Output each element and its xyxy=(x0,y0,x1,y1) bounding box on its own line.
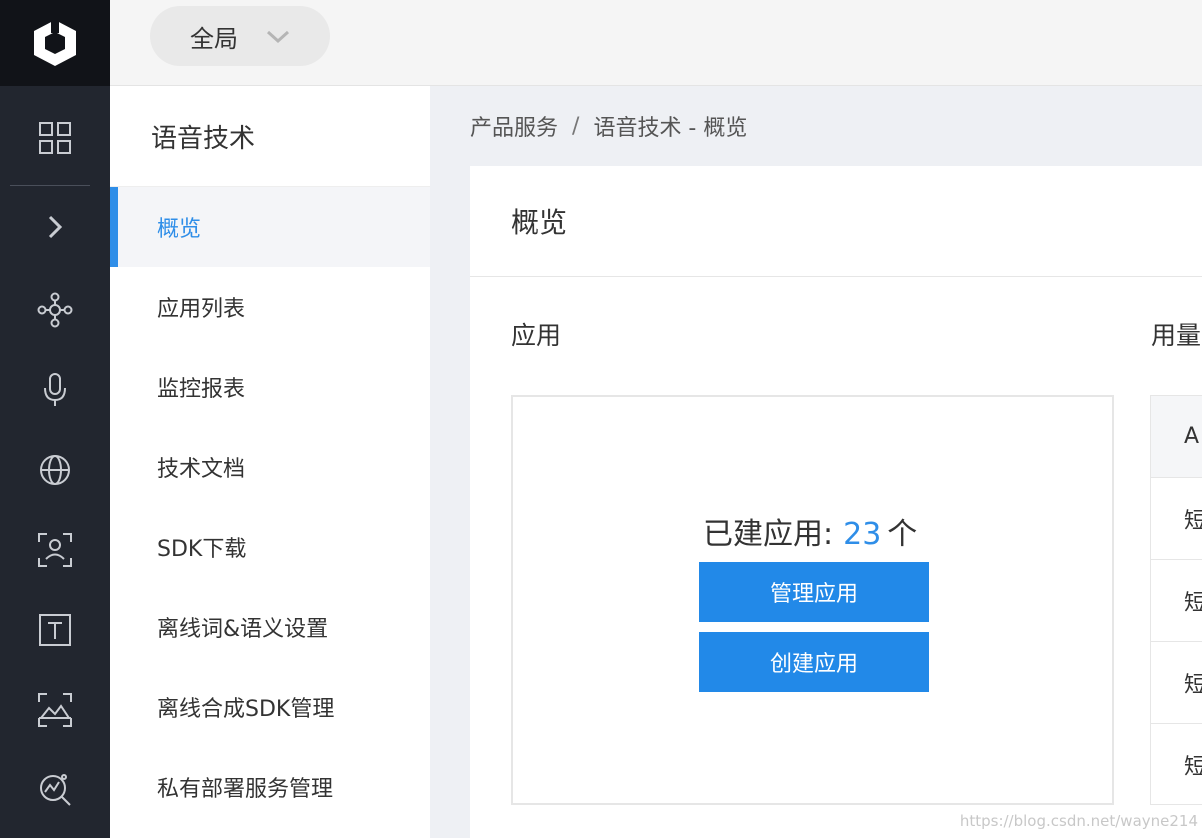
analytics-icon[interactable] xyxy=(0,760,110,820)
breadcrumb: 产品服务 / 语音技术 - 概览 xyxy=(470,106,747,146)
rail-divider xyxy=(10,185,90,186)
network-icon[interactable] xyxy=(0,280,110,340)
sidebar-item-app-list[interactable]: 应用列表 xyxy=(110,267,430,347)
grid-icon[interactable] xyxy=(0,108,110,168)
overview-card: 概览 应用 用量 已建应用: 23个 管理应用 创建应用 A 短 短 短 短 xyxy=(470,166,1202,838)
sidebar-item-private-deploy[interactable]: 私有部署服务管理 xyxy=(110,747,430,827)
table-header: A xyxy=(1151,396,1202,478)
sidebar-item-label: 离线合成SDK管理 xyxy=(157,697,335,722)
microphone-icon[interactable] xyxy=(0,360,110,420)
app-count: 已建应用: 23 个 xyxy=(703,509,917,553)
face-scan-icon[interactable] xyxy=(0,520,110,580)
image-scan-icon[interactable] xyxy=(0,680,110,740)
sidebar-item-overview[interactable]: 概览 xyxy=(110,187,430,267)
sidebar-item-offline-tts-sdk[interactable]: 离线合成SDK管理 xyxy=(110,667,430,747)
icon-rail xyxy=(0,0,110,838)
sidebar-item-label: 技术文档 xyxy=(157,457,246,482)
watermark: https://blog.csdn.net/wayne214 xyxy=(959,812,1198,830)
usage-table: A 短 短 短 短 xyxy=(1150,395,1202,805)
app-count-value[interactable]: 23 xyxy=(843,517,881,552)
scope-select[interactable]: 全局 xyxy=(150,6,330,66)
sidebar-item-label: 私有部署服务管理 xyxy=(157,777,334,802)
breadcrumb-products[interactable]: 产品服务 xyxy=(470,110,558,142)
table-row: 短 xyxy=(1151,478,1202,560)
text-icon[interactable] xyxy=(0,600,110,660)
chevron-down-icon xyxy=(266,30,290,44)
usage-section-title: 用量 xyxy=(1151,321,1202,350)
scope-label: 全局 xyxy=(190,24,238,53)
create-app-button[interactable]: 创建应用 xyxy=(699,632,929,692)
breadcrumb-current: 语音技术 - 概览 xyxy=(593,116,748,141)
sidebar-item-label: 概览 xyxy=(157,217,202,242)
top-bar: 全局 xyxy=(110,0,1202,86)
sidebar-item-label: SDK下载 xyxy=(157,537,247,562)
sidebar-item-docs[interactable]: 技术文档 xyxy=(110,427,430,507)
apps-panel: 已建应用: 23 个 管理应用 创建应用 xyxy=(511,395,1114,805)
sidebar-item-label: 监控报表 xyxy=(157,377,246,402)
manage-apps-button[interactable]: 管理应用 xyxy=(699,562,929,622)
sidebar-item-monitoring[interactable]: 监控报表 xyxy=(110,347,430,427)
table-row: 短 xyxy=(1151,560,1202,642)
sidebar-item-sdk-download[interactable]: SDK下载 xyxy=(110,507,430,587)
sidebar-item-label: 离线词&语义设置 xyxy=(157,617,329,642)
globe-icon[interactable] xyxy=(0,440,110,500)
logo[interactable] xyxy=(0,0,110,86)
apps-section-title: 应用 xyxy=(511,321,562,350)
page-title: 概览 xyxy=(470,166,1202,277)
chevron-right-icon[interactable] xyxy=(0,197,110,257)
app-count-unit: 个 xyxy=(887,517,918,552)
breadcrumb-separator: / xyxy=(572,113,580,139)
sidebar-item-offline-words[interactable]: 离线词&语义设置 xyxy=(110,587,430,667)
sidebar-title: 语音技术 xyxy=(110,86,430,187)
table-row: 短 xyxy=(1151,642,1202,724)
table-row: 短 xyxy=(1151,724,1202,804)
logo-icon xyxy=(34,19,76,66)
product-sidebar: 语音技术 概览 应用列表 监控报表 技术文档 SDK下载 离线词&语义设置 离线… xyxy=(110,86,430,838)
app-count-label: 已建应用: xyxy=(703,517,834,552)
sidebar-item-label: 应用列表 xyxy=(157,297,246,322)
